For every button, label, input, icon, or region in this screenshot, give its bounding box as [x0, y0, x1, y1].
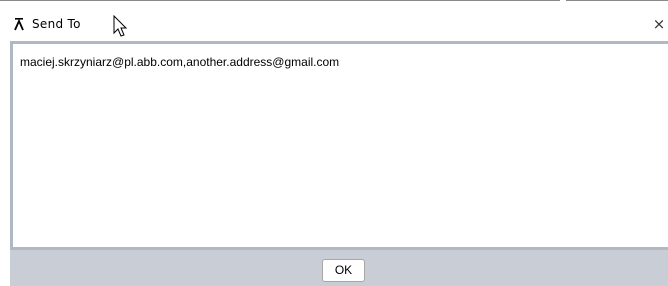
window-title: Send To	[32, 17, 81, 31]
title-bar: Send To ×	[0, 10, 668, 40]
top-divider-left	[0, 0, 560, 1]
ok-button[interactable]: OK	[322, 259, 365, 282]
app-lambda-icon	[14, 18, 24, 31]
mouse-pointer-icon	[113, 15, 128, 37]
top-divider-right	[566, 0, 668, 1]
send-to-dialog: Send To × maciej.skrzyniarz@pl.abb.com,a…	[0, 0, 668, 286]
recipients-text-area[interactable]: maciej.skrzyniarz@pl.abb.com,another.add…	[13, 44, 668, 247]
close-button[interactable]: ×	[650, 13, 668, 35]
